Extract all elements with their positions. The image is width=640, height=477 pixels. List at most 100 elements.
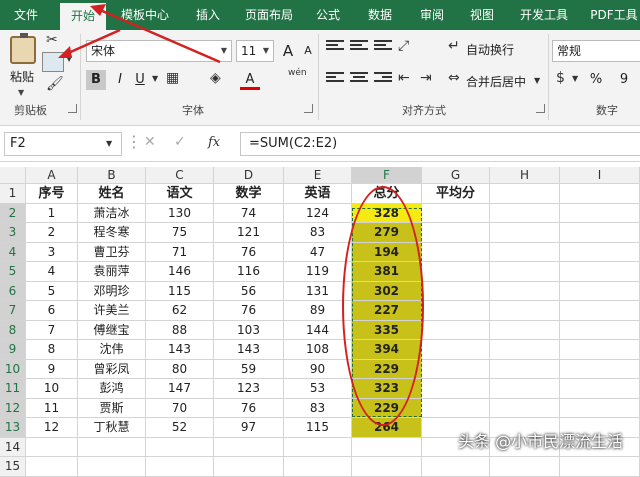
cancel-icon[interactable]: ✕	[144, 134, 156, 150]
phonetic-button[interactable]: wén	[288, 68, 307, 78]
header-cell[interactable]: 姓名	[78, 184, 146, 204]
cell[interactable]	[490, 359, 560, 379]
table-cell[interactable]: 56	[214, 281, 284, 301]
cell[interactable]	[490, 281, 560, 301]
italic-button[interactable]: I	[110, 70, 130, 90]
row-header-6[interactable]: 6	[0, 281, 26, 301]
tab-file[interactable]: 文件	[6, 0, 46, 30]
currency-dropdown-icon[interactable]: ▼	[572, 74, 578, 83]
cell[interactable]	[560, 281, 640, 301]
cell[interactable]	[560, 242, 640, 262]
table-cell[interactable]: 74	[214, 203, 284, 223]
cell[interactable]	[214, 437, 284, 457]
bold-button[interactable]: B	[86, 70, 106, 90]
table-cell[interactable]: 8	[26, 340, 78, 360]
table-cell[interactable]: 70	[146, 398, 214, 418]
table-cell[interactable]: 76	[214, 242, 284, 262]
underline-button[interactable]: U	[130, 70, 150, 90]
cell[interactable]	[560, 223, 640, 243]
paste-dropdown-icon[interactable]: ▼	[18, 88, 24, 97]
table-cell[interactable]: 123	[214, 379, 284, 399]
cell[interactable]	[490, 242, 560, 262]
column-header-F[interactable]: F	[352, 167, 422, 184]
wrap-text-button[interactable]: 自动换行	[466, 41, 514, 58]
cell[interactable]	[490, 184, 560, 204]
cell[interactable]	[560, 262, 640, 282]
table-cell[interactable]: 程冬寒	[78, 223, 146, 243]
table-cell[interactable]: 80	[146, 359, 214, 379]
fill-color-icon[interactable]: ◈	[210, 70, 221, 86]
cell[interactable]	[146, 457, 214, 477]
row-header-8[interactable]: 8	[0, 320, 26, 340]
row-header-4[interactable]: 4	[0, 242, 26, 262]
table-cell[interactable]: 146	[146, 262, 214, 282]
cell[interactable]	[422, 359, 490, 379]
align-center-icon[interactable]	[350, 72, 368, 86]
row-header-10[interactable]: 10	[0, 359, 26, 379]
table-cell[interactable]: 88	[146, 320, 214, 340]
table-cell[interactable]: 沈伟	[78, 340, 146, 360]
row-header-9[interactable]: 9	[0, 340, 26, 360]
font-name-select[interactable]: 宋体 ▼	[86, 40, 232, 62]
font-launcher-icon[interactable]	[304, 104, 313, 113]
table-cell[interactable]: 119	[284, 262, 352, 282]
table-cell[interactable]: 2	[26, 223, 78, 243]
cell[interactable]	[560, 359, 640, 379]
shrink-font-button[interactable]: A	[298, 41, 318, 61]
row-header-15[interactable]: 15	[0, 457, 26, 477]
table-cell[interactable]: 115	[284, 418, 352, 438]
row-header-11[interactable]: 11	[0, 379, 26, 399]
tab-home[interactable]: 开始	[60, 3, 106, 30]
tab-data[interactable]: 数据	[360, 0, 400, 30]
tab-insert[interactable]: 插入	[188, 0, 228, 30]
tab-developer[interactable]: 开发工具	[514, 0, 574, 30]
cell[interactable]	[422, 320, 490, 340]
tab-review[interactable]: 审阅	[412, 0, 452, 30]
align-middle-icon[interactable]	[350, 40, 368, 54]
table-cell[interactable]: 傅继宝	[78, 320, 146, 340]
table-cell[interactable]: 1	[26, 203, 78, 223]
format-painter-icon[interactable]: 🖌	[46, 76, 64, 92]
cell[interactable]	[490, 301, 560, 321]
table-cell[interactable]: 11	[26, 398, 78, 418]
indent-icon[interactable]: ⇤	[398, 70, 410, 86]
table-cell[interactable]: 曹卫芬	[78, 242, 146, 262]
cut-icon[interactable]: ✂	[46, 32, 58, 48]
table-cell[interactable]: 116	[214, 262, 284, 282]
cell[interactable]	[490, 398, 560, 418]
table-cell[interactable]: 59	[214, 359, 284, 379]
table-cell[interactable]: 53	[284, 379, 352, 399]
table-cell[interactable]: 7	[26, 320, 78, 340]
column-header-I[interactable]: I	[560, 167, 640, 184]
header-cell[interactable]: 序号	[26, 184, 78, 204]
tab-view[interactable]: 视图	[462, 0, 502, 30]
table-cell[interactable]: 121	[214, 223, 284, 243]
header-cell[interactable]: 平均分	[422, 184, 490, 204]
copy-icon[interactable]	[42, 52, 64, 72]
wrap-text-icon[interactable]: ↵	[448, 38, 460, 54]
table-cell[interactable]: 97	[214, 418, 284, 438]
table-cell[interactable]: 76	[214, 398, 284, 418]
cell[interactable]	[422, 262, 490, 282]
cell[interactable]	[490, 457, 560, 477]
cell[interactable]	[284, 457, 352, 477]
column-header-A[interactable]: A	[26, 167, 78, 184]
cell[interactable]	[490, 340, 560, 360]
header-cell[interactable]: 语文	[146, 184, 214, 204]
column-header-E[interactable]: E	[284, 167, 352, 184]
table-cell[interactable]: 83	[284, 223, 352, 243]
table-cell[interactable]: 103	[214, 320, 284, 340]
percent-button[interactable]: %	[586, 70, 606, 90]
paste-button-label[interactable]: 粘贴	[10, 68, 34, 85]
cell[interactable]	[422, 398, 490, 418]
column-header-H[interactable]: H	[490, 167, 560, 184]
tab-template-center[interactable]: 模板中心	[112, 0, 178, 30]
cell[interactable]	[422, 301, 490, 321]
number-format-select[interactable]: 常规	[552, 40, 640, 62]
paste-icon[interactable]	[10, 33, 36, 64]
align-top-icon[interactable]	[326, 40, 344, 54]
table-cell[interactable]: 143	[214, 340, 284, 360]
alignment-launcher-icon[interactable]	[536, 104, 545, 113]
cell[interactable]	[422, 457, 490, 477]
cell[interactable]	[422, 242, 490, 262]
